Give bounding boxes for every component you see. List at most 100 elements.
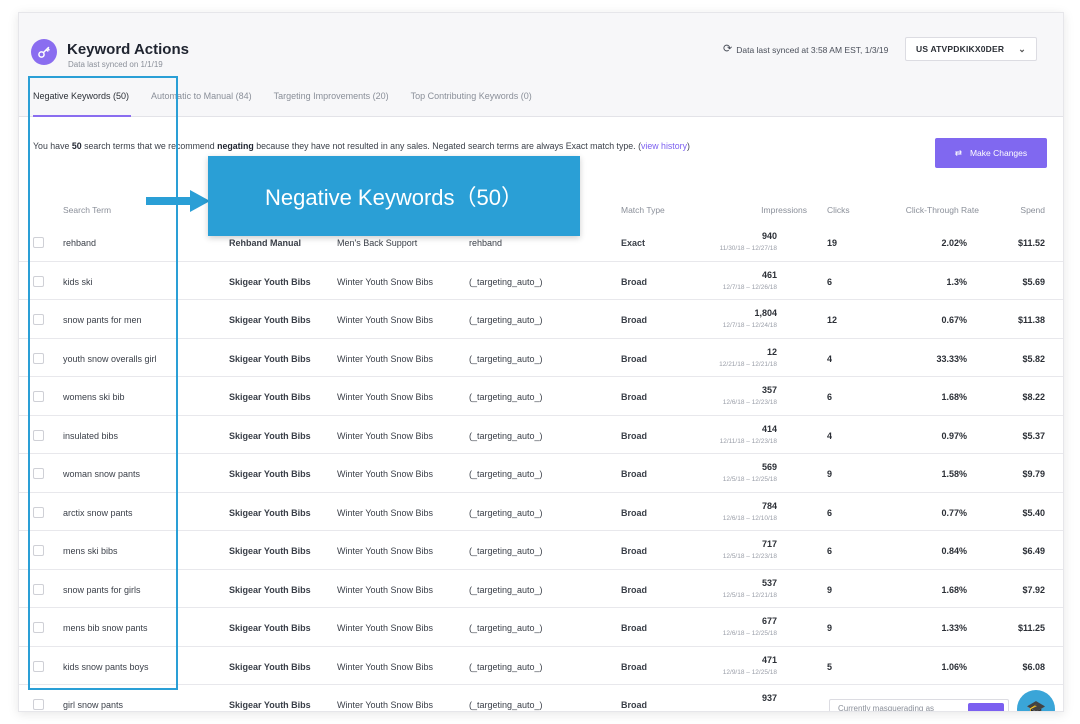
product-name: Skigear Youth Bibs [229,584,311,595]
sync-text: Data last synced at 3:58 AM EST, 1/3/19 [736,44,889,55]
col-ctr[interactable]: Click-Through Rate [906,205,979,215]
col-match-type[interactable]: Match Type [621,205,665,215]
view-history-link[interactable]: view history [641,141,687,151]
ctr-value: 1.58% [941,469,967,479]
product-name: Skigear Youth Bibs [229,623,311,633]
row-checkbox[interactable] [33,506,44,518]
row-checkbox[interactable] [33,314,44,325]
search-term: kids snow pants boys [63,661,149,672]
tab-targeting-improvements[interactable]: Targeting Improvements (20) [274,87,389,117]
row-checkbox[interactable] [33,391,44,402]
account-label: US ATVPDKIKX0DER [916,44,1005,54]
match-type: Broad [621,430,648,441]
ad-group-name: (_targeting_auto_) [469,469,543,479]
masquerade-button[interactable] [968,703,1004,711]
ad-group-name: (_targeting_auto_) [469,353,543,364]
ctr-value: 0.84% [941,546,967,556]
campaign-name: Men's Back Support [337,238,418,248]
info-mid: search terms that we recommend [84,141,215,151]
search-term: insulated bibs [63,430,119,441]
spend-value: $7.92 [1022,584,1045,595]
ctr-value: 2.02% [941,238,967,248]
row-checkbox[interactable] [33,583,44,595]
impressions-value: 717 [761,539,777,549]
search-term: arctix snow pants [63,507,133,518]
product-name: Skigear Youth Bibs [229,353,311,364]
campaign-name: Winter Youth Snow Bibs [337,469,434,479]
row-checkbox[interactable] [33,622,44,633]
product-name: Skigear Youth Bibs [229,700,311,710]
match-type: Broad [621,700,648,710]
match-type: Broad [621,315,648,325]
impressions-date-range: 12/21/18 – 12/21/18 [719,360,777,368]
clicks-value: 12 [827,315,838,325]
spend-value: $11.52 [1017,238,1045,248]
row-checkbox[interactable] [33,352,44,364]
ctr-value: 1.3% [946,276,967,287]
campaign-name: Winter Youth Snow Bibs [337,507,434,518]
product-name: Skigear Youth Bibs [229,546,311,556]
ad-group-name: (_targeting_auto_) [469,276,543,287]
row-checkbox[interactable] [33,545,44,556]
campaign-name: Winter Youth Snow Bibs [337,392,434,402]
ad-group-name: (_targeting_auto_) [469,584,543,595]
tab-top-contributing-keywords[interactable]: Top Contributing Keywords (0) [411,87,532,117]
app-logo [31,39,57,65]
refresh-icon[interactable]: ⟳ [723,44,732,55]
col-impressions[interactable]: Impressions [761,205,807,215]
info-pre: You have [33,141,70,151]
ctr-value: 0.97% [941,430,967,441]
impressions-value: 1,804 [754,308,777,318]
row-checkbox[interactable] [33,237,44,248]
campaign-name: Winter Youth Snow Bibs [337,700,434,710]
key-icon [38,46,50,58]
search-term: snow pants for girls [63,584,141,595]
chevron-down-icon: ⌄ [1018,43,1026,54]
tab-bar: Negative Keywords (50) Automatic to Manu… [19,87,1063,117]
row-checkbox[interactable] [33,429,44,441]
clicks-value: 6 [827,392,833,402]
impressions-date-range: 11/30/18 – 12/27/18 [719,245,777,252]
row-checkbox[interactable] [33,699,44,710]
col-search-term[interactable]: Search Term [63,205,111,215]
campaign-name: Winter Youth Snow Bibs [337,623,434,633]
match-type: Broad [621,546,648,556]
row-checkbox[interactable] [33,275,44,287]
impressions-value: 569 [761,462,777,472]
clicks-value: 6 [827,507,833,518]
table-body: rehband Rehband Manual Men's Back Support r… [19,223,1063,711]
masquerade-label: Currently masquerading as [838,704,935,712]
campaign-name: Winter Youth Snow Bibs [337,353,434,364]
impressions-value: 784 [761,500,777,511]
clicks-value: 6 [827,546,833,556]
ad-group-name: (_targeting_auto_) [469,430,543,441]
make-changes-button[interactable]: ⇄ Make Changes [935,138,1047,168]
ctr-value: 1.68% [941,584,967,595]
col-spend[interactable]: Spend [1020,205,1045,215]
product-name: Skigear Youth Bibs [229,392,311,402]
app-window: Keyword Actions Data last synced on 1/1/… [18,12,1064,712]
spend-value: $5.40 [1022,507,1045,518]
impressions-date-range: 12/6/18 – 12/25/18 [722,630,777,637]
tab-negative-keywords[interactable]: Negative Keywords (50) [33,87,132,117]
tab-automatic-to-manual[interactable]: Automatic to Manual (84) [151,87,252,117]
sync-status: ⟳ Data last synced at 3:58 AM EST, 1/3/1… [723,44,888,55]
table-row: snow pants for girls Skigear Youth Bibs Wi… [19,570,1063,608]
spend-value: $6.49 [1022,546,1045,556]
match-type: Broad [621,623,648,633]
impressions-date-range: 12/5/18 – 12/23/18 [722,553,777,560]
col-clicks[interactable]: Clicks [827,205,850,215]
row-checkbox[interactable] [33,660,44,672]
row-checkbox[interactable] [33,468,44,479]
product-name: Rehband Manual [229,238,302,248]
ad-group-name: (_targeting_auto_) [469,623,543,633]
account-select[interactable]: US ATVPDKIKX0DER ⌄ [905,37,1037,61]
ctr-value: 0.77% [941,507,967,518]
ad-group-name: (_targeting_auto_) [469,315,543,325]
spend-value: $8.22 [1022,392,1045,402]
campaign-name: Winter Youth Snow Bibs [337,584,434,595]
spend-value: $5.69 [1022,276,1045,287]
table-row: womens ski bib Skigear Youth Bibs Winter Y… [19,377,1063,416]
clicks-value: 9 [827,623,833,633]
impressions-value: 357 [761,385,777,395]
